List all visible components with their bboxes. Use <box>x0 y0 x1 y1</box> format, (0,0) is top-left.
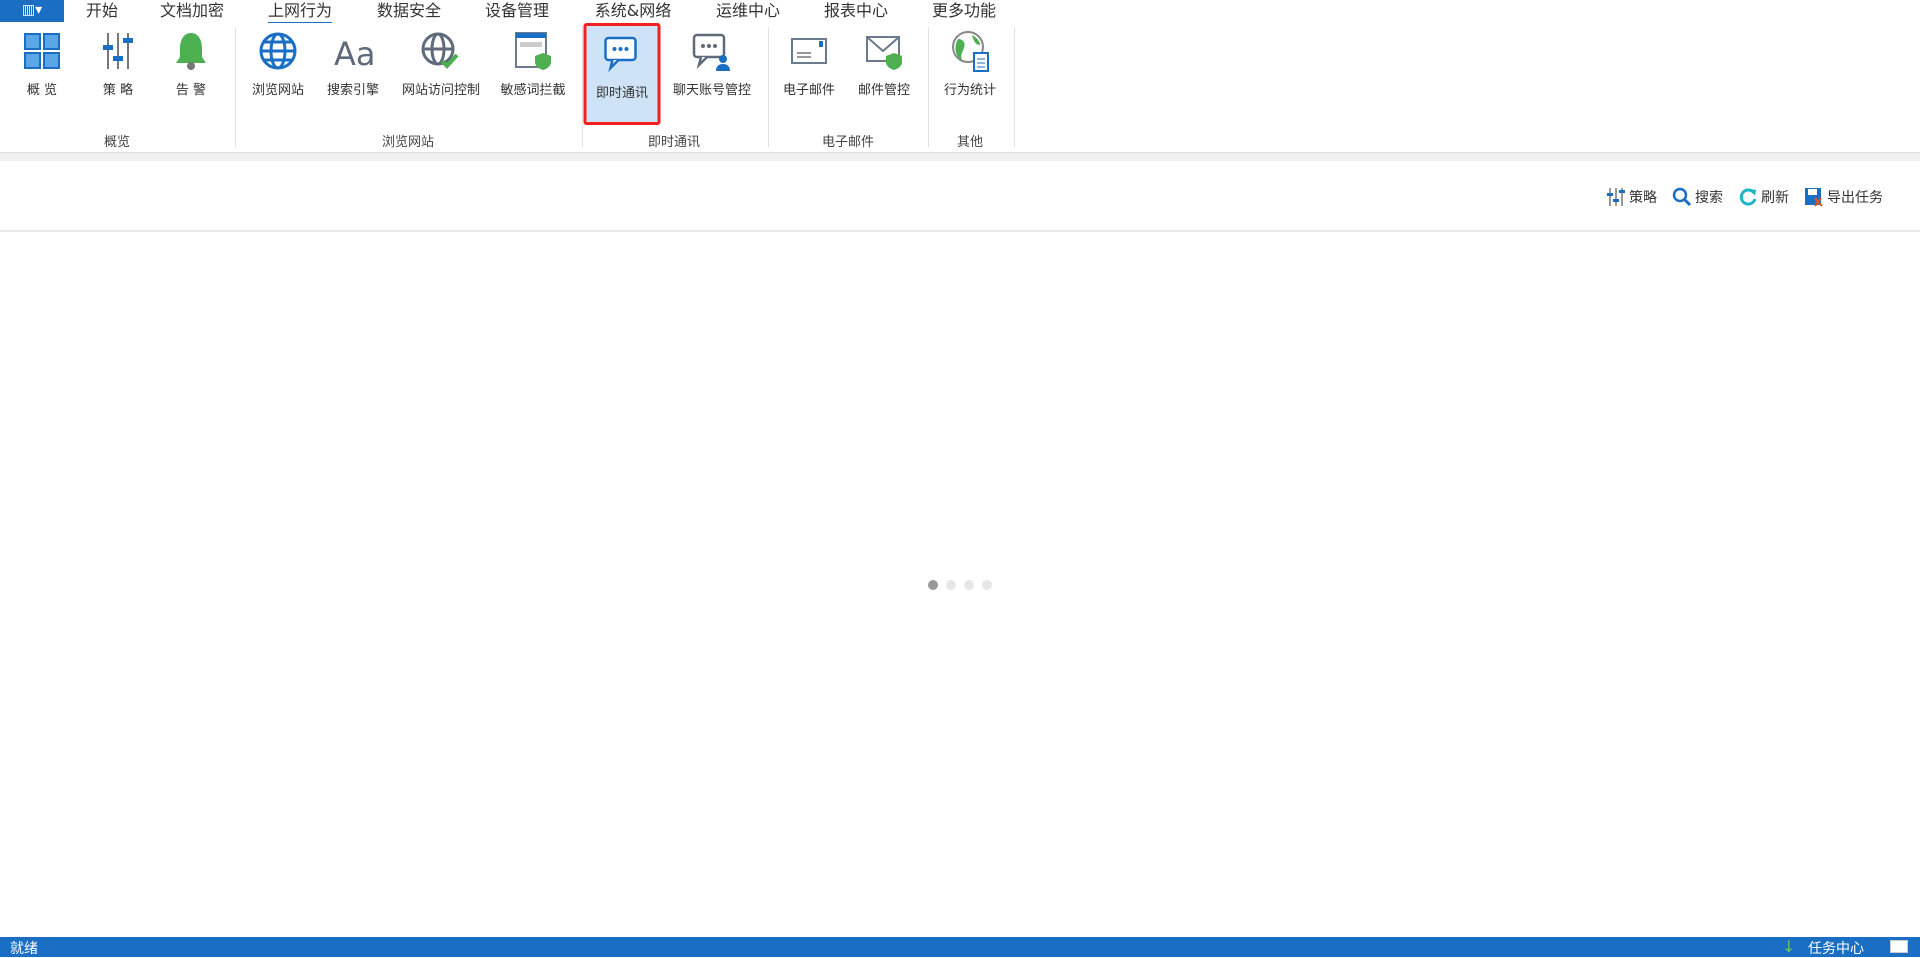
group-label-overview: 概览 <box>103 135 131 150</box>
refresh-tool-button[interactable]: 刷新 <box>1738 187 1789 207</box>
export-task-button[interactable]: 导出任务 <box>1804 187 1883 207</box>
browse-websites-button[interactable]: 浏览网站 <box>240 23 316 123</box>
email-control-button[interactable]: 邮件管控 <box>846 23 922 123</box>
group-label-browse: 浏览网站 <box>381 135 435 150</box>
sensitive-word-block-button[interactable]: 敏感词拦截 <box>495 23 571 123</box>
globe-report-icon <box>952 31 989 72</box>
content-toolbar: 策略 搜索 刷新 导出任务 <box>0 161 1920 232</box>
tab-report-center[interactable]: 报表中心 <box>824 0 888 21</box>
group-label-other: 其他 <box>956 135 984 150</box>
tab-system-network[interactable]: 系统&网络 <box>595 0 671 21</box>
tab-more-functions[interactable]: 更多功能 <box>932 0 996 21</box>
envelope-shield-icon <box>866 36 902 70</box>
alert-button[interactable]: 告 警 <box>153 23 229 123</box>
window-shield-icon <box>515 32 551 70</box>
tab-start[interactable]: 开始 <box>86 0 118 21</box>
sliders-icon <box>1607 188 1625 206</box>
divider <box>928 27 929 147</box>
website-access-control-label: 网站访问控制 <box>402 83 481 98</box>
export-task-label: 导出任务 <box>1827 190 1883 206</box>
tab-web-behavior[interactable]: 上网行为 <box>267 0 333 25</box>
policy-tool-button[interactable]: 策略 <box>1606 187 1657 207</box>
bell-icon <box>176 33 206 70</box>
email-button[interactable]: 电子邮件 <box>771 23 847 123</box>
task-center-link[interactable]: 任务中心 <box>1808 938 1864 958</box>
search-tool-label: 搜索 <box>1695 190 1723 206</box>
browse-websites-label: 浏览网站 <box>251 83 304 98</box>
chat-account-control-label: 聊天账号管控 <box>673 83 752 98</box>
tab-doc-encryption[interactable]: 文档加密 <box>160 0 224 21</box>
envelope-icon <box>791 38 827 64</box>
tab-device-management[interactable]: 设备管理 <box>485 0 549 21</box>
instant-messaging-label: 即时通讯 <box>595 86 648 101</box>
sliders-icon <box>103 33 133 69</box>
overview-label: 概 览 <box>26 83 58 98</box>
chat-bubble-icon <box>603 36 637 73</box>
globe-icon <box>259 32 297 70</box>
behavior-statistics-label: 行为统计 <box>943 83 996 98</box>
svg-text:Aa: Aa <box>334 35 373 73</box>
policy-label: 策 略 <box>102 83 134 98</box>
refresh-icon <box>1739 188 1757 206</box>
instant-messaging-button[interactable]: 即时通讯 <box>583 23 661 125</box>
grid-icon <box>24 33 60 69</box>
status-text: 就绪 <box>10 941 38 957</box>
email-control-label: 邮件管控 <box>857 83 910 98</box>
app-menu-button[interactable]: ▥▾ <box>0 0 64 22</box>
search-engine-button[interactable]: Aa 搜索引擎 <box>315 23 391 123</box>
menu-bar: ▥▾ 开始 文档加密 上网行为 数据安全 设备管理 系统&网络 运维中心 报表中… <box>0 0 1920 25</box>
overview-button[interactable]: 概 览 <box>4 23 80 123</box>
status-bar: 就绪 ↓ 任务中心 <box>0 937 1920 957</box>
divider <box>235 27 236 147</box>
group-label-im: 即时通讯 <box>647 135 701 150</box>
ribbon: 概 览 策 略 告 警 浏览网站 Aa 搜索引擎 网站访问控制 敏感词拦截 即时… <box>0 23 1920 152</box>
policy-tool-label: 策略 <box>1629 190 1657 206</box>
save-export-icon <box>1805 188 1823 207</box>
download-arrow-icon: ↓ <box>1782 937 1796 956</box>
search-icon <box>1672 187 1692 207</box>
behavior-statistics-button[interactable]: 行为统计 <box>932 23 1008 123</box>
ribbon-divider <box>0 152 1920 161</box>
divider <box>768 27 769 147</box>
group-label-email: 电子邮件 <box>821 135 875 150</box>
loading-indicator <box>928 580 992 590</box>
refresh-tool-label: 刷新 <box>1761 190 1789 206</box>
tab-ops-center[interactable]: 运维中心 <box>716 0 780 21</box>
alert-label: 告 警 <box>175 83 207 98</box>
sensitive-word-block-label: 敏感词拦截 <box>500 83 566 98</box>
message-icon[interactable] <box>1890 940 1908 953</box>
chat-account-control-button[interactable]: 聊天账号管控 <box>673 23 752 123</box>
tab-data-security[interactable]: 数据安全 <box>377 0 441 21</box>
globe-check-icon <box>421 32 459 69</box>
search-tool-button[interactable]: 搜索 <box>1672 187 1723 207</box>
search-engine-label: 搜索引擎 <box>326 83 379 98</box>
font-aa-icon: Aa <box>334 35 373 73</box>
chat-user-icon <box>692 33 730 71</box>
divider <box>1014 27 1015 147</box>
policy-button[interactable]: 策 略 <box>80 23 156 123</box>
website-access-control-button[interactable]: 网站访问控制 <box>402 23 481 123</box>
email-label: 电子邮件 <box>782 83 835 98</box>
